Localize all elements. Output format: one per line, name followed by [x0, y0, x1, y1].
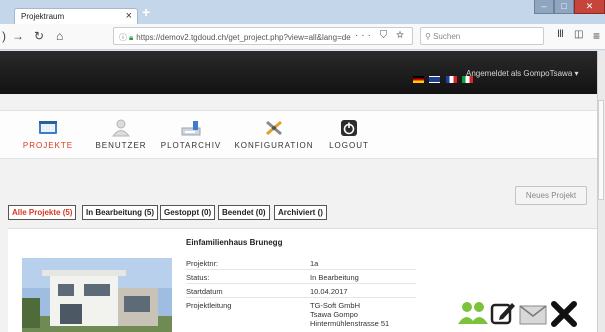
flag-fr-icon[interactable]: [445, 76, 457, 84]
menu-label-logout: LOGOUT: [329, 141, 369, 150]
menu-icon[interactable]: ≡: [593, 29, 600, 43]
maximize-button[interactable]: □: [554, 0, 574, 14]
reload-icon[interactable]: ↻: [34, 29, 44, 43]
field-value: In Bearbeitung: [310, 273, 359, 282]
menu-item-logout[interactable]: LOGOUT: [324, 111, 374, 160]
field-value: 10.04.2017: [310, 287, 348, 296]
menu-item-benutzer[interactable]: BENUTZER: [90, 111, 152, 160]
browser-window: Projektraum × + – □ ✕ ) → ↻ ⌂ ⓘ 🔒︎ https:/…: [0, 0, 605, 332]
contact-line: Hintermühlenstrasse 51: [310, 319, 390, 328]
filter-all-projects[interactable]: Alle Projekte (5): [8, 205, 77, 220]
users-icon[interactable]: [458, 300, 488, 326]
url-text: https://demov2.tgdoud.ch/get_project.php…: [136, 33, 351, 42]
tab-close-icon[interactable]: ×: [126, 10, 132, 22]
library-icon[interactable]: Ⅲ: [557, 29, 564, 40]
search-input[interactable]: ⚲ Suchen: [420, 27, 544, 45]
flag-de-icon[interactable]: [413, 76, 424, 84]
url-bar[interactable]: ⓘ 🔒︎ https://demov2.tgdoud.ch/get_project.…: [113, 27, 413, 45]
filter-stopped[interactable]: Gestoppt (0): [160, 205, 216, 220]
field-value: 1a: [310, 259, 319, 268]
home-icon[interactable]: ⌂: [56, 29, 63, 43]
logged-in-user[interactable]: Angemeldet als GompoTsawa ▾: [466, 69, 579, 78]
flag-en-icon[interactable]: [429, 76, 441, 84]
site-header: Angemeldet als GompoTsawa ▾: [0, 51, 605, 94]
house-photo: [22, 258, 172, 332]
search-icon: ⚲: [425, 32, 434, 41]
menu-item-konfiguration[interactable]: KONFIGURATION: [232, 111, 316, 160]
menu-item-projekte[interactable]: PROJEKTE: [12, 111, 84, 160]
field-row-project-number: Projektnr: 1a: [186, 256, 416, 270]
page-actions-icon[interactable]: ··· ⛉ ☆: [355, 30, 407, 41]
filter-in-progress[interactable]: In Bearbeitung (5): [82, 205, 159, 220]
lock-icon: 🔒︎: [129, 33, 134, 42]
filter-finished[interactable]: Beendet (0): [218, 205, 270, 220]
main-menu: PROJEKTE BENUTZER PLOTARCHIV KONFIGURATI…: [0, 110, 597, 159]
forward-icon[interactable]: →: [12, 29, 24, 43]
field-row-start-date: Startdatum 10.04.2017: [186, 284, 416, 298]
new-tab-icon[interactable]: +: [142, 4, 150, 20]
field-value: TG-Soft GmbH: [310, 301, 361, 310]
close-window-button[interactable]: ✕: [574, 0, 605, 14]
field-row-status: Status: In Bearbeitung: [186, 270, 416, 284]
mail-icon[interactable]: [519, 304, 547, 326]
field-label: Startdatum: [186, 287, 223, 296]
menu-label-projekte: PROJEKTE: [22, 141, 74, 150]
back-icon[interactable]: ): [2, 29, 6, 43]
field-label: Projektnr:: [186, 259, 219, 268]
menu-item-plotarchiv[interactable]: PLOTARCHIV: [158, 111, 224, 160]
tab-title: Projektraum: [21, 12, 65, 21]
browser-tab[interactable]: Projektraum ×: [14, 8, 138, 25]
field-label: Status:: [186, 273, 210, 282]
search-placeholder: Suchen: [433, 32, 461, 41]
filter-archived[interactable]: Archiviert (): [274, 205, 327, 220]
logout-icon: [341, 120, 357, 136]
scrollbar-thumb[interactable]: [598, 100, 604, 200]
title-bar: Projektraum × + – □ ✕: [0, 0, 605, 25]
project-photo[interactable]: [22, 258, 172, 332]
field-label: Projektleitung: [186, 301, 232, 310]
project-title[interactable]: Einfamilienhaus Brunegg: [186, 238, 282, 247]
configuration-icon: [266, 120, 282, 136]
field-row-project-lead: Projektleitung TG-Soft GmbH Tsawa Gompo …: [186, 298, 416, 332]
menu-label-plotarchiv: PLOTARCHIV: [160, 141, 222, 150]
projects-icon: [39, 121, 57, 134]
edit-icon[interactable]: [490, 300, 516, 326]
menu-label-benutzer: BENUTZER: [95, 141, 147, 150]
navigation-bar: ) → ↻ ⌂ ⓘ 🔒︎ https://demov2.tgdoud.ch/get_…: [0, 24, 605, 50]
info-icon[interactable]: ⓘ: [119, 33, 127, 42]
user-icon: [112, 119, 130, 137]
plotarchive-icon: [181, 121, 201, 136]
new-project-button[interactable]: Neues Projekt: [515, 186, 587, 205]
delete-icon[interactable]: [550, 300, 578, 328]
contact-line: Tsawa Gompo: [310, 310, 358, 319]
sidebar-icon[interactable]: ◫: [574, 29, 583, 40]
menu-label-konfiguration: KONFIGURATION: [234, 141, 314, 150]
minimize-button[interactable]: –: [534, 0, 554, 14]
